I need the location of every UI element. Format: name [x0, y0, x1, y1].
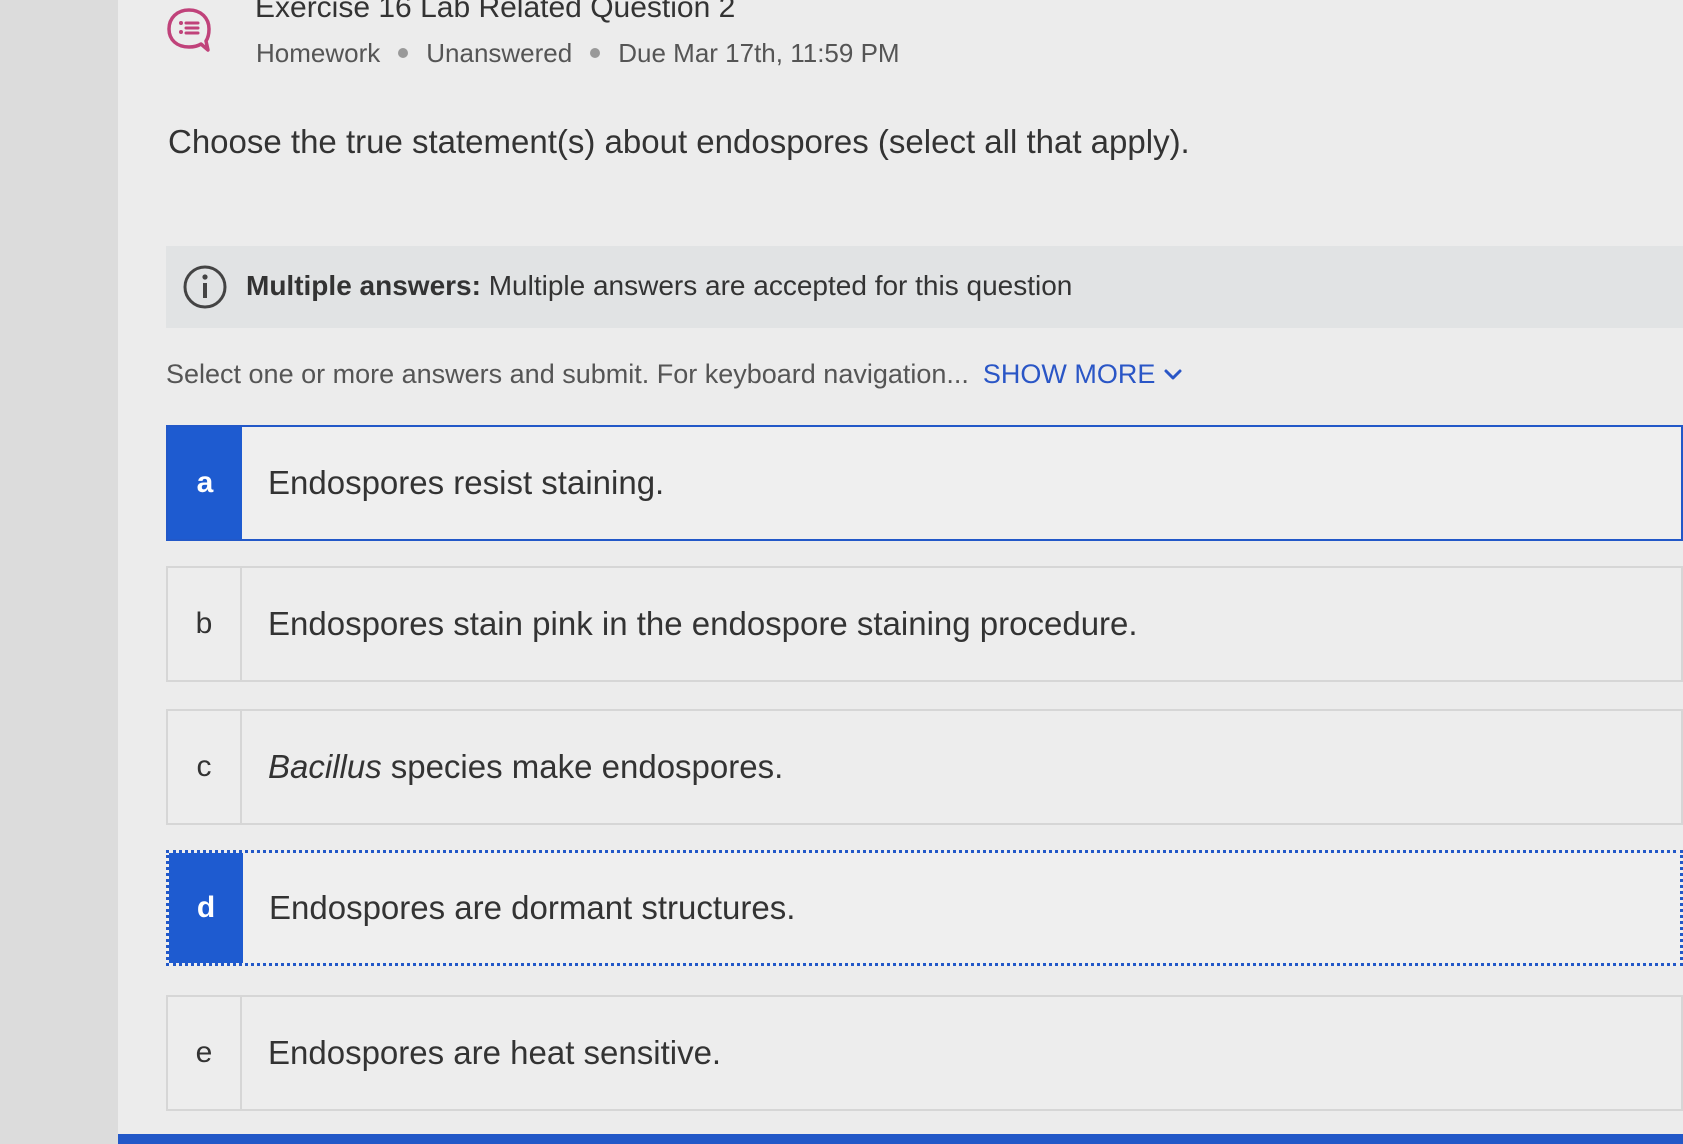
info-description: Multiple answers are accepted for this q…: [488, 270, 1073, 301]
bottom-accent-bar: [118, 1134, 1683, 1144]
option-text-rest: species make endospores.: [390, 748, 784, 785]
info-label: Multiple answers:: [246, 270, 481, 301]
assignment-title: Exercise 16 Lab Related Question 2: [255, 0, 736, 24]
option-text: Bacillus species make endospores.: [268, 711, 783, 823]
option-text: Endospores are heat sensitive.: [268, 1034, 722, 1071]
question-list-icon: [167, 8, 211, 52]
option-letter: a: [168, 427, 242, 539]
option-letter: e: [168, 997, 242, 1109]
question-text: Choose the true statement(s) about endos…: [168, 123, 1190, 160]
option-text: Endospores are dormant structures.: [269, 889, 796, 926]
info-message: Multiple answers: Multiple answers are a…: [246, 268, 1072, 304]
answer-option-c[interactable]: c Bacillus species make endospores.: [166, 709, 1683, 825]
answer-instructions: Select one or more answers and submit. F…: [166, 356, 1183, 392]
separator-dot: [590, 48, 601, 58]
assignment-status: Unanswered: [426, 38, 573, 68]
answer-option-b[interactable]: b Endospores stain pink in the endospore…: [166, 566, 1683, 682]
answer-option-e[interactable]: e Endospores are heat sensitive.: [166, 995, 1683, 1111]
option-italic-term: Bacillus: [268, 748, 382, 785]
info-banner: Multiple answers: Multiple answers are a…: [166, 246, 1683, 328]
option-text: Endospores stain pink in the endospore s…: [268, 605, 1138, 642]
answer-option-d[interactable]: d Endospores are dormant structures.: [166, 850, 1683, 966]
show-more-button[interactable]: SHOW MORE: [983, 356, 1184, 392]
answer-option-a[interactable]: a Endospores resist staining.: [166, 425, 1683, 541]
option-text: Endospores resist staining.: [268, 464, 665, 501]
assignment-type: Homework: [256, 38, 381, 68]
chevron-down-icon: [1164, 369, 1182, 380]
show-more-label: SHOW MORE: [982, 359, 1156, 389]
separator-dot: [398, 48, 409, 58]
option-letter: d: [169, 853, 243, 963]
option-letter: b: [168, 568, 242, 680]
assignment-due-date: Due Mar 17th, 11:59 PM: [618, 38, 900, 68]
assignment-meta: Homework Unanswered Due Mar 17th, 11:59 …: [256, 36, 900, 70]
info-icon: [183, 265, 227, 309]
instructions-text: Select one or more answers and submit. F…: [166, 359, 969, 389]
option-letter: c: [168, 711, 242, 823]
